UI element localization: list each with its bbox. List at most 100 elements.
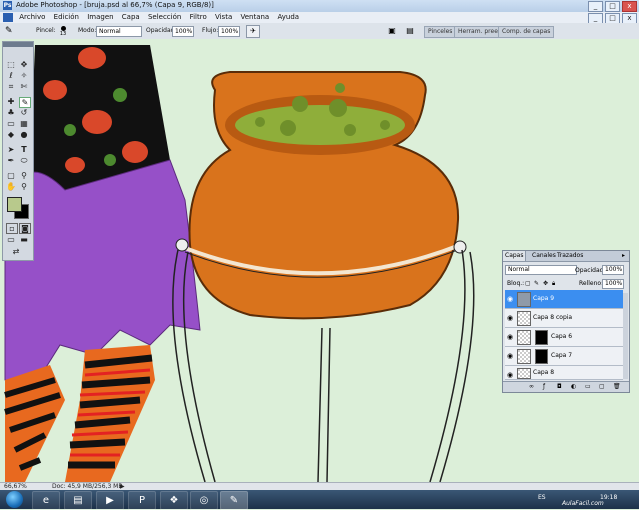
layer-row[interactable]: ◉ Capa 9	[505, 290, 623, 309]
media-player-icon[interactable]: ▶	[96, 491, 124, 510]
crop-icon[interactable]: ⌗	[6, 82, 16, 91]
photoshop-app-icon: Ps	[3, 1, 12, 10]
blur-icon[interactable]: ◆	[6, 130, 16, 139]
magic-wand-icon[interactable]: ✧	[19, 71, 29, 80]
lasso-icon[interactable]: ℓ	[6, 71, 16, 80]
blend-mode-select[interactable]: Normal	[505, 265, 577, 275]
eraser-icon[interactable]: ▭	[6, 119, 16, 128]
foreground-color-swatch[interactable]	[7, 197, 22, 212]
layer-style-icon[interactable]: ƒ	[543, 383, 545, 390]
file-explorer-icon[interactable]: ▤	[64, 491, 92, 510]
internet-explorer-icon[interactable]: e	[32, 491, 60, 510]
history-brush-icon[interactable]: ↺	[19, 108, 29, 117]
layer-row[interactable]: ◉ Capa 6	[505, 328, 623, 347]
brush-label: Pincel:	[36, 27, 56, 34]
lock-position-icon[interactable]: ✥	[543, 279, 548, 288]
bridge-icon[interactable]: ▣	[386, 25, 398, 36]
zoom-icon[interactable]: ⚲	[19, 182, 29, 191]
layer-name: Capa 8 copia	[533, 314, 573, 321]
menu-vista[interactable]: Vista	[212, 12, 235, 23]
menu-capa[interactable]: Capa	[119, 12, 143, 23]
move-icon[interactable]: ✥	[19, 60, 29, 69]
eye-icon[interactable]: ◉	[506, 371, 514, 379]
stamp-icon[interactable]: ♣	[6, 108, 16, 117]
eye-icon[interactable]: ◉	[506, 333, 514, 341]
healing-icon[interactable]: ✚	[6, 97, 16, 106]
new-group-icon[interactable]: ▭	[585, 383, 591, 390]
type-icon[interactable]: T	[19, 145, 29, 154]
network-app-icon[interactable]: ❖	[160, 491, 188, 510]
close-button[interactable]: x	[622, 1, 637, 12]
tab-trazados[interactable]: Trazados	[555, 251, 585, 261]
layer-row[interactable]: ◉ Capa 8 copia	[505, 309, 623, 328]
language-indicator[interactable]: ES	[538, 494, 546, 501]
marquee-icon[interactable]: ⬚	[6, 60, 16, 69]
shape-icon[interactable]: ⬭	[19, 156, 29, 165]
airbrush-icon[interactable]: ✈	[246, 25, 260, 38]
eye-icon[interactable]: ◉	[506, 295, 514, 303]
flow-field[interactable]: 100%	[218, 26, 240, 37]
new-layer-icon[interactable]: ▢	[599, 383, 605, 390]
layer-name: Capa 9	[533, 295, 555, 302]
fill-field[interactable]: 100%	[602, 279, 624, 289]
menu-seleccion[interactable]: Selección	[145, 12, 184, 23]
flow-label: Flujo:	[202, 27, 219, 34]
link-layers-icon[interactable]: ∞	[529, 383, 534, 390]
active-app-icon[interactable]: ✎	[220, 491, 248, 510]
notes-icon[interactable]: ▢	[6, 171, 16, 180]
maximize-button[interactable]: □	[605, 1, 620, 12]
tab-capas[interactable]: Capas	[503, 251, 527, 261]
quick-mask-icon[interactable]: ◙	[19, 223, 31, 234]
opacity-field[interactable]: 100%	[172, 26, 194, 37]
menu-ayuda[interactable]: Ayuda	[274, 12, 302, 23]
layer-mask-thumbnail[interactable]	[535, 330, 548, 345]
dodge-icon[interactable]: ●	[19, 130, 29, 139]
delete-layer-icon[interactable]: 🗑︎	[613, 383, 621, 390]
menu-filtro[interactable]: Filtro	[187, 12, 210, 23]
mode-label: Modo:	[78, 27, 97, 34]
layer-row[interactable]: ◉ Capa 7	[505, 347, 623, 366]
layer-opacity-label: Opacidad:	[575, 267, 606, 274]
layer-row[interactable]: ◉ Capa 8	[505, 366, 623, 380]
toolbox: ⬚ ✥ ℓ ✧ ⌗ ✄ ✚ ✎ ♣ ↺ ▭ ▦ ◆ ● ➤ T ✒ ⬭ ▢ ⚲ …	[2, 41, 34, 261]
standard-mode-icon[interactable]: ▫	[6, 223, 18, 234]
layer-opacity-field[interactable]: 100%	[602, 265, 624, 275]
panel-menu-icon[interactable]: ▸	[620, 251, 627, 261]
menu-imagen[interactable]: Imagen	[84, 12, 116, 23]
toolbox-grip[interactable]	[3, 42, 33, 47]
fullscreen-mode-icon[interactable]: ▬	[19, 235, 29, 244]
lock-all-icon[interactable]: 🔒︎	[552, 279, 555, 288]
path-select-icon[interactable]: ➤	[6, 145, 16, 154]
start-button[interactable]	[6, 491, 23, 508]
screen-mode-icon[interactable]: ▭	[6, 235, 16, 244]
slice-icon[interactable]: ✄	[19, 82, 29, 91]
lock-transparency-icon[interactable]: ▢	[525, 279, 531, 288]
lock-image-icon[interactable]: ✎	[534, 279, 539, 288]
palette-well-icon[interactable]: ▤	[404, 25, 416, 36]
brush-preset-picker[interactable]: 13	[57, 26, 69, 37]
pen-icon[interactable]: ✒	[6, 156, 16, 165]
dock-tab-brushes[interactable]: Pinceles	[424, 26, 457, 38]
eyedropper-icon[interactable]: ⚲	[19, 171, 29, 180]
gradient-icon[interactable]: ▦	[19, 119, 29, 128]
eye-icon[interactable]: ◉	[506, 314, 514, 322]
photoshop-task-icon[interactable]: P	[128, 491, 156, 510]
tab-canales[interactable]: Canales	[530, 251, 558, 261]
menu-ventana[interactable]: Ventana	[237, 12, 272, 23]
brush-tool-preset-icon[interactable]: ✎	[5, 26, 19, 36]
ps-menu-icon[interactable]	[3, 13, 13, 22]
adjustment-layer-icon[interactable]: ◐	[571, 383, 576, 390]
add-mask-icon[interactable]: ◘	[557, 383, 562, 390]
brush-icon[interactable]: ✎	[19, 97, 31, 108]
menu-edicion[interactable]: Edición	[51, 12, 82, 23]
layers-scrollbar[interactable]	[623, 293, 628, 379]
eye-icon[interactable]: ◉	[506, 352, 514, 360]
mode-select[interactable]: Normal	[96, 26, 142, 37]
chrome-icon[interactable]: ◎	[190, 491, 218, 510]
layer-mask-thumbnail[interactable]	[535, 349, 548, 364]
menu-archivo[interactable]: Archivo	[16, 12, 48, 23]
dock-tab-layer-comps[interactable]: Comp. de capas	[498, 26, 555, 38]
imageready-icon[interactable]: ⇄	[11, 247, 21, 256]
minimize-button[interactable]: _	[588, 1, 603, 12]
hand-icon[interactable]: ✋	[6, 182, 16, 191]
